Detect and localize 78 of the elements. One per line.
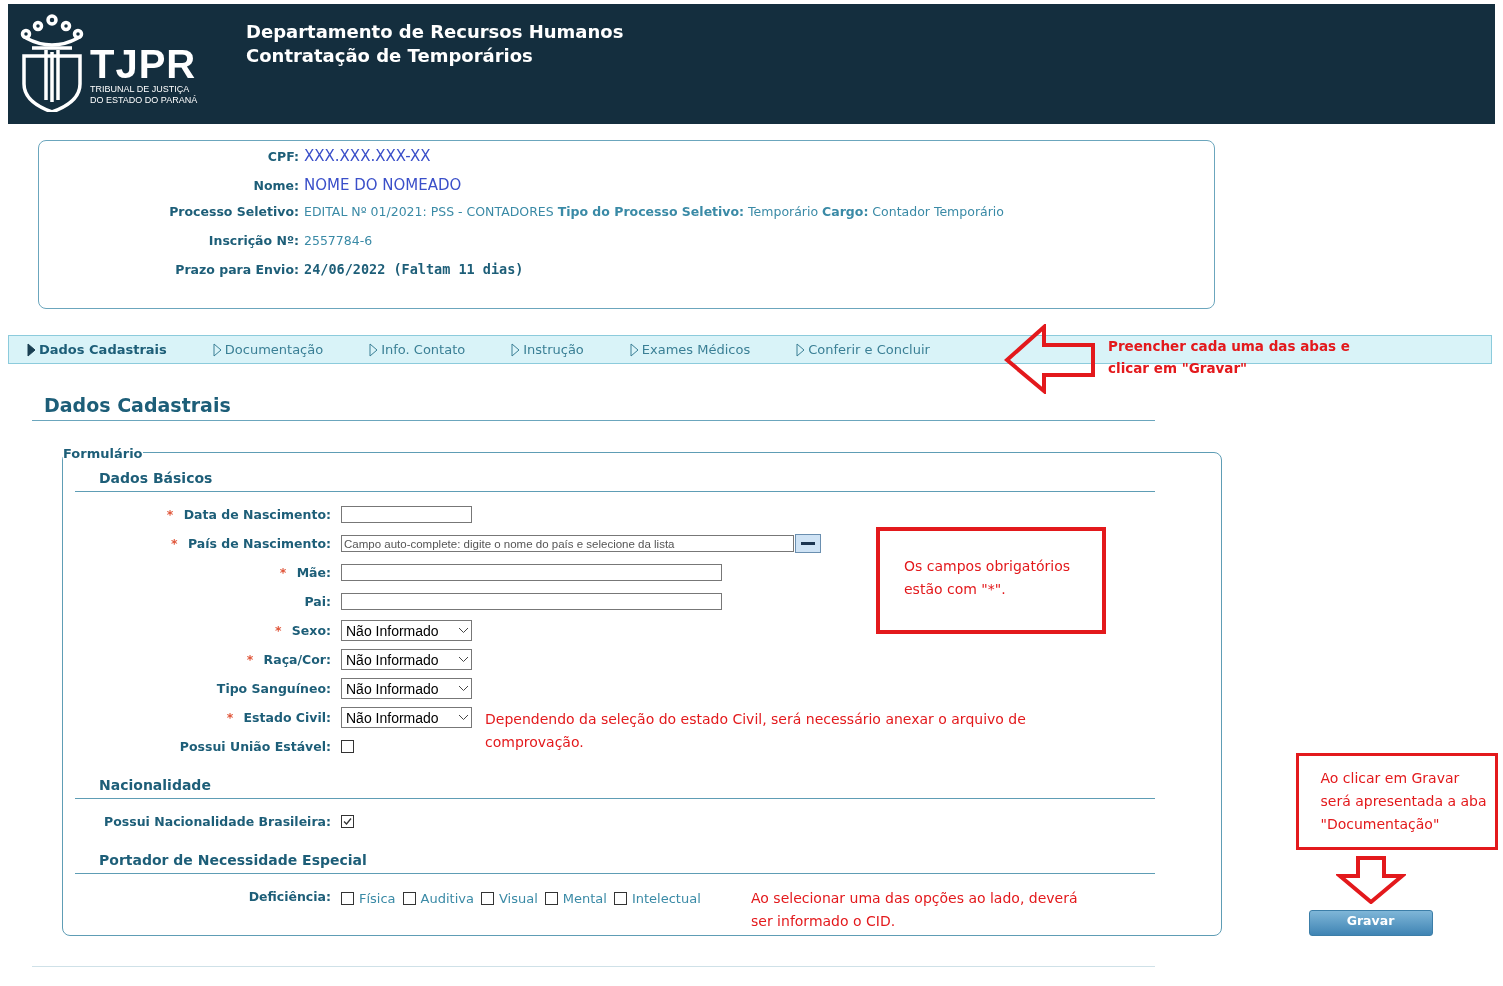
triangle-icon bbox=[27, 342, 36, 357]
field-label: Pai: bbox=[303, 594, 332, 609]
info-label: Inscrição Nº: bbox=[207, 232, 300, 248]
field-label: Deficiência: bbox=[247, 889, 332, 904]
field-label: * Data de Nascimento: bbox=[165, 507, 332, 522]
chevron-down-icon bbox=[458, 656, 469, 663]
checkbox-option[interactable]: Auditiva bbox=[402, 891, 474, 906]
tab[interactable]: Instrução bbox=[511, 342, 584, 357]
checkbox[interactable] bbox=[341, 892, 354, 905]
logo-caption: TRIBUNAL DE JUSTIÇA bbox=[90, 84, 191, 95]
info-label: Nome: bbox=[252, 177, 300, 193]
input-field[interactable]: Campo auto-complete: digite o nome do país e selecione da lista bbox=[341, 535, 794, 552]
field-label: * Sexo: bbox=[273, 623, 332, 638]
section-title: Nacionalidade bbox=[99, 777, 211, 793]
tab[interactable]: Dados Cadastrais bbox=[27, 342, 167, 357]
input-field[interactable] bbox=[341, 593, 722, 610]
info-value: XXX.XXX.XXX-XX bbox=[304, 147, 431, 165]
info-value: 2557784-6 bbox=[304, 232, 373, 248]
annotation-text: Ao clicar em Gravar será apresentada a aba "Documentação" bbox=[1320, 769, 1488, 834]
field-label: * País de Nascimento: bbox=[170, 536, 332, 551]
checkbox-option[interactable]: Mental bbox=[544, 891, 607, 906]
triangle-icon bbox=[212, 342, 222, 357]
field-label: * Mãe: bbox=[278, 565, 332, 580]
form-legend: Formulário bbox=[63, 446, 143, 461]
page-title: Dados Cadastrais bbox=[44, 394, 231, 416]
collapse-button[interactable] bbox=[795, 534, 821, 553]
select-field[interactable]: Não Informado bbox=[341, 620, 472, 641]
triangle-icon bbox=[629, 342, 639, 357]
input-field[interactable] bbox=[341, 506, 472, 523]
info-label: CPF: bbox=[266, 149, 300, 164]
header-subtitle: Contratação de Temporários bbox=[246, 44, 534, 68]
select-field[interactable]: Não Informado bbox=[341, 678, 472, 699]
logo-text: TJPR bbox=[90, 44, 198, 84]
triangle-icon bbox=[796, 342, 806, 357]
field-label: * Estado Civil: bbox=[225, 710, 332, 725]
tab[interactable]: Conferir e Concluir bbox=[796, 342, 930, 357]
select-field[interactable]: Não Informado bbox=[341, 649, 472, 670]
annotation-text: Ao selecionar uma das opções ao lado, deverá ser informado o CID. bbox=[751, 889, 1079, 931]
section-title: Dados Básicos bbox=[99, 470, 213, 486]
section-title: Portador de Necessidade Especial bbox=[99, 852, 367, 868]
minus-icon bbox=[801, 541, 815, 546]
logo-caption: DO ESTADO DO PARANÁ bbox=[90, 95, 198, 106]
arrow-icon bbox=[1004, 324, 1096, 394]
info-value: NOME DO NOMEADO bbox=[304, 175, 462, 194]
tab[interactable]: Exames Médicos bbox=[629, 342, 751, 357]
save-button[interactable]: Gravar bbox=[1308, 910, 1433, 936]
info-label: Prazo para Envio: bbox=[174, 262, 300, 277]
checkbox[interactable] bbox=[613, 892, 627, 905]
header-title: Departamento de Recursos Humanos bbox=[246, 20, 624, 44]
annotation-text: Dependendo da seleção do estado Civil, será necessário anexar o arquivo de comprovação. bbox=[485, 710, 1027, 752]
checkbox-option[interactable]: Visual bbox=[480, 891, 538, 906]
info-value: EDITAL Nº 01/2021: PSS - CONTADORES Tipo do Processo Seletivo: Temporário Cargo: Contador Temporário bbox=[304, 204, 1004, 219]
input-field[interactable] bbox=[341, 564, 722, 581]
triangle-icon bbox=[511, 342, 521, 357]
chevron-down-icon bbox=[458, 685, 469, 692]
logo-icon bbox=[20, 12, 84, 112]
checkbox[interactable] bbox=[544, 892, 558, 905]
select-field[interactable]: Não Informado bbox=[341, 707, 472, 728]
field-label: Possui Nacionalidade Brasileira: bbox=[103, 814, 332, 829]
field-label: Tipo Sanguíneo: bbox=[215, 681, 332, 696]
chevron-down-icon bbox=[458, 627, 469, 634]
arrow-icon bbox=[1335, 856, 1406, 904]
field-label: * Raça/Cor: bbox=[245, 652, 332, 667]
checkbox[interactable] bbox=[480, 892, 494, 905]
checkbox[interactable] bbox=[341, 740, 354, 753]
info-value: 24/06/2022 (Faltam 11 dias) bbox=[304, 261, 524, 277]
annotation-text: Os campos obrigatórios estão com "*". bbox=[904, 557, 1071, 599]
info-label: Processo Seletivo: bbox=[168, 204, 300, 219]
tab[interactable]: Info. Contato bbox=[369, 342, 466, 357]
tab[interactable]: Documentação bbox=[212, 342, 324, 357]
chevron-down-icon bbox=[458, 714, 469, 721]
checkbox-option[interactable]: Física bbox=[341, 891, 396, 906]
checkbox[interactable] bbox=[341, 815, 354, 828]
triangle-icon bbox=[369, 342, 379, 357]
checkbox[interactable] bbox=[402, 892, 416, 905]
field-label: Possui União Estável: bbox=[178, 739, 332, 754]
checkbox-option[interactable]: Intelectual bbox=[613, 891, 701, 906]
annotation-text: Preencher cada uma das abas e clicar em "Gravar" bbox=[1108, 337, 1351, 378]
